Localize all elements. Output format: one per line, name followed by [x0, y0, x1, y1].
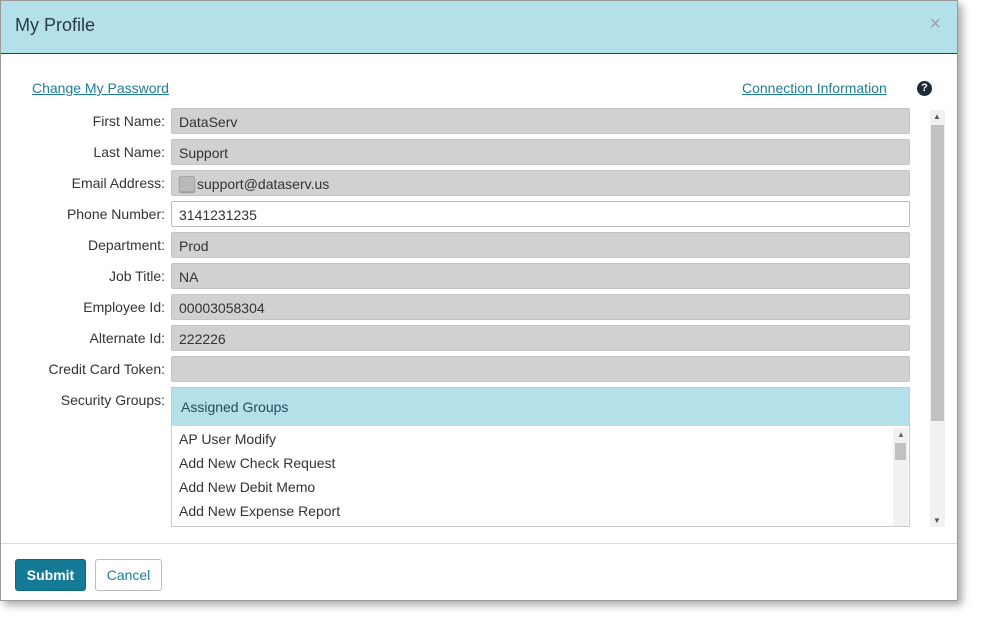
list-item[interactable]: AP User Modify	[179, 431, 276, 447]
list-item[interactable]: Add New Check Request	[179, 455, 335, 471]
credit-card-token-label: Credit Card Token:	[48, 361, 165, 377]
submit-button[interactable]: Submit	[15, 559, 86, 591]
list-item[interactable]: Add New Expense Report	[179, 503, 340, 519]
email-row: Email Address: support@dataserv.us	[1, 170, 921, 196]
job-title-label: Job Title:	[108, 268, 165, 284]
first-name-field: DataServ	[171, 108, 910, 134]
scroll-down-icon[interactable]: ▼	[933, 516, 941, 525]
employee-id-field: 00003058304	[171, 294, 910, 320]
profile-dialog: My Profile × Change My Password Connecti…	[0, 0, 958, 601]
security-groups-label: Security Groups:	[60, 392, 165, 408]
close-icon[interactable]: ×	[929, 13, 941, 36]
list-item[interactable]: Add New Debit Memo	[179, 479, 315, 495]
department-field: Prod	[171, 232, 910, 258]
last-name-row: Last Name: Support	[1, 139, 921, 165]
phone-row: Phone Number: 3141231235	[1, 201, 921, 227]
dialog-header: My Profile ×	[1, 1, 957, 54]
cancel-button[interactable]: Cancel	[95, 559, 162, 591]
first-name-row: First Name: DataServ	[1, 108, 921, 134]
department-row: Department: Prod	[1, 232, 921, 258]
credit-card-token-field	[171, 356, 910, 382]
help-icon[interactable]: ?	[917, 81, 932, 96]
email-prefix-checkbox-icon	[179, 176, 195, 192]
scroll-up-icon[interactable]: ▲	[933, 112, 941, 121]
email-value: support@dataserv.us	[197, 176, 330, 192]
last-name-field: Support	[171, 139, 910, 165]
assigned-groups-panel: Assigned Groups AP User Modify Add New C…	[171, 387, 910, 527]
change-password-link[interactable]: Change My Password	[32, 80, 169, 96]
phone-number-input[interactable]: 3141231235	[171, 201, 910, 227]
email-field: support@dataserv.us	[171, 170, 910, 196]
job-title-row: Job Title: NA	[1, 263, 921, 289]
dialog-footer: Submit Cancel	[1, 543, 957, 600]
first-name-label: First Name:	[92, 113, 165, 129]
email-label: Email Address:	[71, 175, 165, 191]
department-label: Department:	[87, 237, 165, 253]
last-name-label: Last Name:	[93, 144, 165, 160]
job-title-field: NA	[171, 263, 910, 289]
alternate-id-field: 222226	[171, 325, 910, 351]
groups-scrollbar-thumb[interactable]	[895, 443, 906, 460]
groups-scrollbar[interactable]: ▲	[893, 428, 908, 526]
assigned-groups-list[interactable]: AP User Modify Add New Check Request Add…	[172, 426, 909, 526]
dialog-scrollbar-thumb[interactable]	[931, 125, 944, 421]
scroll-up-icon[interactable]: ▲	[897, 430, 905, 439]
credit-card-token-row: Credit Card Token:	[1, 356, 921, 382]
alternate-id-label: Alternate Id:	[89, 330, 166, 346]
employee-id-row: Employee Id: 00003058304	[1, 294, 921, 320]
phone-label: Phone Number:	[66, 206, 165, 222]
employee-id-label: Employee Id:	[83, 299, 165, 315]
dialog-title: My Profile	[15, 15, 96, 35]
assigned-groups-header: Assigned Groups	[172, 388, 909, 426]
alternate-id-row: Alternate Id: 222226	[1, 325, 921, 351]
connection-information-link[interactable]: Connection Information	[742, 80, 887, 96]
dialog-scrollbar[interactable]: ▲ ▼	[930, 110, 945, 527]
